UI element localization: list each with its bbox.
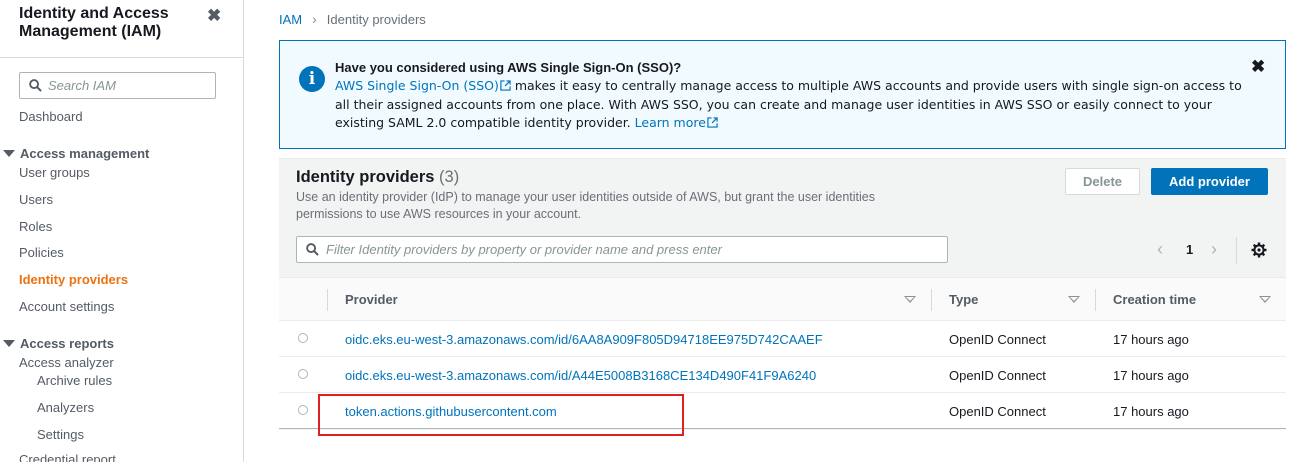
chevron-right-icon: ›	[312, 11, 317, 27]
sidebar-item-identity-providers[interactable]: Identity providers	[19, 272, 128, 287]
sidebar-item-roles[interactable]: Roles	[19, 219, 52, 234]
row-radio[interactable]	[298, 369, 308, 379]
sort-icon[interactable]	[904, 296, 916, 303]
column-divider	[1095, 289, 1096, 311]
external-link-icon	[500, 80, 511, 91]
sidebar-section-access-reports[interactable]: Access reports	[3, 336, 114, 351]
sidebar-item-account-settings[interactable]: Account settings	[19, 299, 114, 314]
column-header-provider[interactable]: Provider	[345, 278, 398, 321]
panel-title: Identity providers (3)	[296, 168, 459, 187]
sidebar-item-dashboard[interactable]: Dashboard	[19, 109, 83, 124]
banner-body: AWS Single Sign-On (SSO) makes it easy t…	[335, 77, 1250, 133]
filter-box[interactable]	[296, 236, 948, 263]
table-row[interactable]: token.actions.githubusercontent.com Open…	[279, 393, 1286, 429]
main-content: IAM › Identity providers i Have you cons…	[244, 0, 1315, 462]
column-header-creation-time[interactable]: Creation time	[1113, 278, 1196, 321]
banner-title: Have you considered using AWS Single Sig…	[335, 60, 682, 75]
table-header: Provider Type Creation time	[279, 277, 1286, 321]
gear-icon[interactable]	[1251, 242, 1267, 258]
sidebar-title: Identity and Access Management (IAM)	[19, 5, 169, 40]
provider-type: OpenID Connect	[949, 367, 1046, 383]
info-icon: i	[299, 66, 325, 92]
sidebar-item-settings[interactable]: Settings	[37, 427, 84, 442]
close-icon[interactable]: ✖	[1251, 57, 1265, 77]
breadcrumb-current: Identity providers	[326, 11, 426, 27]
panel-title-text: Identity providers	[296, 168, 435, 186]
sidebar-item-user-groups[interactable]: User groups	[19, 165, 90, 180]
sidebar-section-access-management[interactable]: Access management	[3, 146, 149, 161]
sso-info-banner: i Have you considered using AWS Single S…	[279, 40, 1286, 149]
sidebar-item-analyzers[interactable]: Analyzers	[37, 400, 94, 415]
search-icon	[306, 243, 319, 256]
identity-providers-panel: Identity providers (3) Use an identity p…	[279, 158, 1286, 430]
provider-link[interactable]: token.actions.githubusercontent.com	[345, 393, 557, 429]
provider-link[interactable]: oidc.eks.eu-west-3.amazonaws.com/id/6AA8…	[345, 321, 823, 357]
pagination-divider	[1236, 237, 1237, 264]
sidebar-section-label: Access management	[20, 146, 150, 161]
sidebar-item-credential-report[interactable]: Credential report	[19, 452, 116, 462]
caret-down-icon	[3, 150, 15, 157]
provider-type: OpenID Connect	[949, 331, 1046, 347]
breadcrumb: IAM › Identity providers	[279, 11, 426, 27]
provider-link[interactable]: oidc.eks.eu-west-3.amazonaws.com/id/A44E…	[345, 357, 816, 393]
external-link-icon	[707, 117, 718, 128]
provider-count: (3)	[439, 168, 460, 186]
add-provider-button[interactable]: Add provider	[1151, 168, 1268, 195]
row-radio[interactable]	[298, 405, 308, 415]
sidebar-item-access-analyzer[interactable]: Access analyzer	[19, 355, 114, 370]
sidebar: Identity and Access Management (IAM) ✖ D…	[0, 0, 244, 462]
search-icon	[29, 79, 42, 92]
filter-input[interactable]	[326, 242, 926, 257]
chevron-left-icon[interactable]: ‹	[1157, 239, 1163, 260]
delete-button[interactable]: Delete	[1065, 168, 1140, 195]
chevron-right-icon[interactable]: ›	[1211, 239, 1217, 260]
table-row[interactable]: oidc.eks.eu-west-3.amazonaws.com/id/A44E…	[279, 357, 1286, 393]
providers-table: Provider Type Creation time oidc.eks.eu-…	[279, 277, 1286, 429]
sort-icon[interactable]	[1259, 296, 1271, 303]
provider-type: OpenID Connect	[949, 403, 1046, 419]
breadcrumb-iam[interactable]: IAM	[279, 12, 302, 27]
sidebar-item-users[interactable]: Users	[19, 192, 53, 207]
close-icon[interactable]: ✖	[207, 6, 221, 26]
row-radio[interactable]	[298, 333, 308, 343]
creation-time: 17 hours ago	[1113, 331, 1189, 347]
sidebar-item-archive-rules[interactable]: Archive rules	[37, 373, 112, 388]
creation-time: 17 hours ago	[1113, 403, 1189, 419]
caret-down-icon	[3, 340, 15, 347]
panel-description: Use an identity provider (IdP) to manage…	[296, 190, 876, 221]
column-header-type[interactable]: Type	[949, 278, 978, 321]
column-divider	[327, 289, 328, 311]
sidebar-item-policies[interactable]: Policies	[19, 245, 64, 260]
page-number[interactable]: 1	[1186, 242, 1193, 257]
learn-more-link[interactable]: Learn more	[635, 115, 706, 130]
search-input[interactable]	[48, 78, 208, 93]
sso-link[interactable]: AWS Single Sign-On (SSO)	[335, 78, 499, 93]
column-divider	[931, 289, 932, 311]
creation-time: 17 hours ago	[1113, 367, 1189, 383]
sidebar-search[interactable]	[19, 72, 216, 99]
sidebar-divider	[0, 57, 243, 58]
sort-icon[interactable]	[1068, 296, 1080, 303]
table-row[interactable]: oidc.eks.eu-west-3.amazonaws.com/id/6AA8…	[279, 321, 1286, 357]
sidebar-section-label: Access reports	[20, 336, 114, 351]
